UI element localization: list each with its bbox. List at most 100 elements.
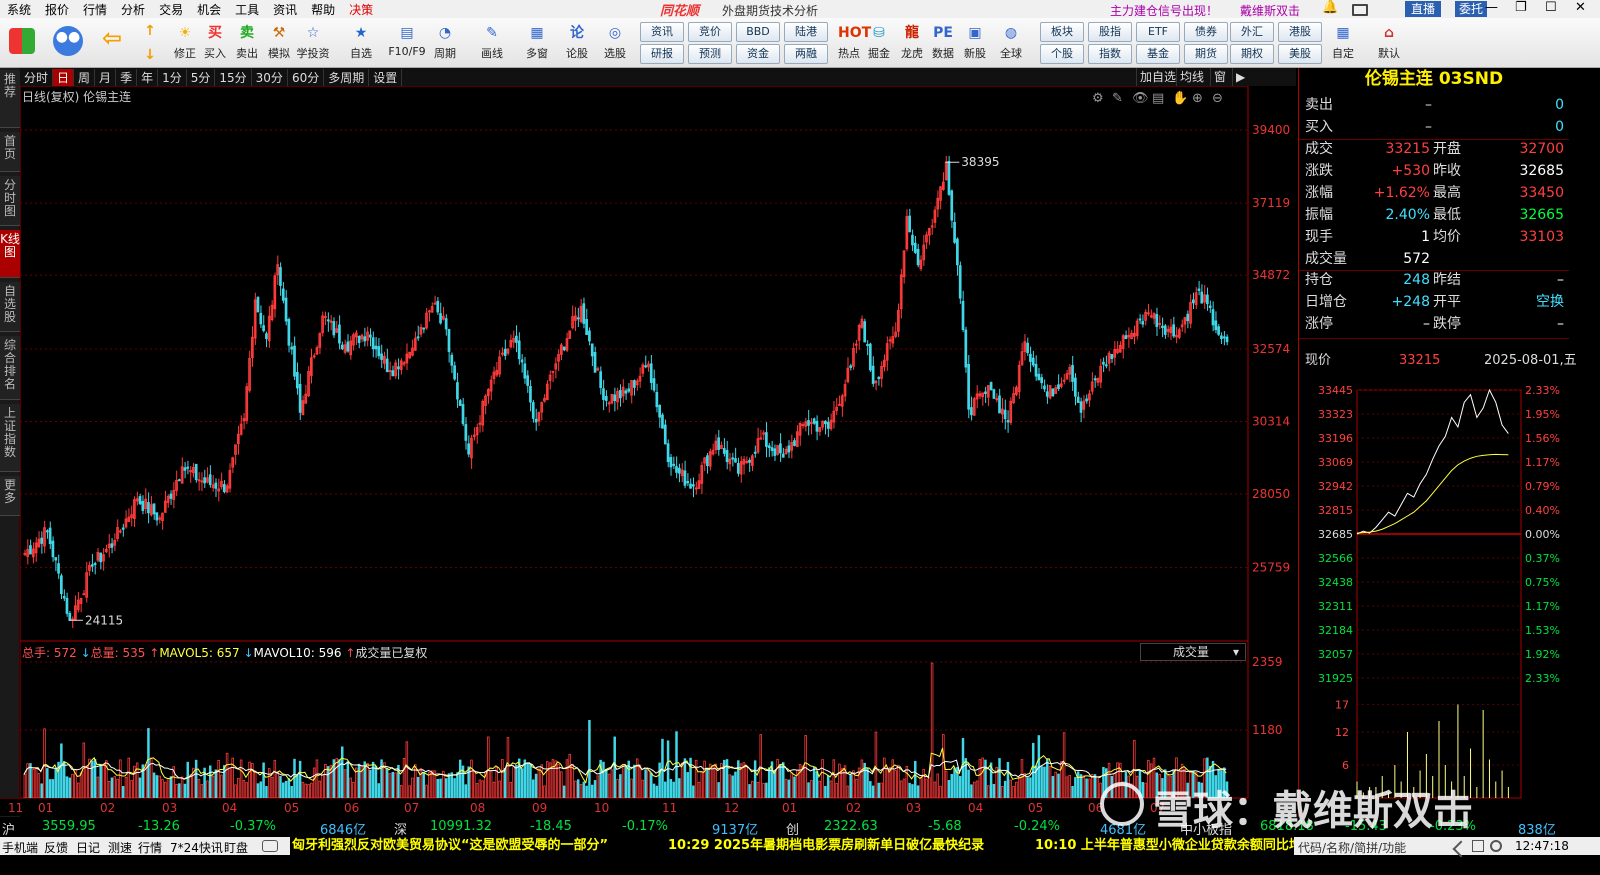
quick-button-top-8[interactable]: 外汇 — [1230, 22, 1274, 42]
chart-tool-1[interactable]: 均线 — [1176, 68, 1207, 86]
close-icon[interactable]: ✕ — [1575, 0, 1586, 15]
left-tab-3[interactable]: K线图 — [0, 230, 20, 278]
minimize-icon[interactable]: — — [1485, 0, 1498, 15]
period-7[interactable]: 5分 — [187, 68, 216, 86]
period-1[interactable]: 日 — [53, 68, 75, 86]
chart-tool-icon-1[interactable]: ✎ — [1112, 91, 1123, 106]
period-9[interactable]: 30分 — [252, 68, 288, 86]
toolbar-button-17[interactable]: ◍ 全球 — [994, 20, 1028, 66]
toolbar-button-4[interactable]: ☆ 学投资 — [296, 20, 330, 66]
quick-button-bot-7[interactable]: 期货 — [1184, 44, 1228, 64]
toolbar-button-18[interactable]: ▦ 自定 — [1326, 20, 1360, 66]
robot-button[interactable]: ●● — [48, 20, 88, 66]
chart-tool-3[interactable]: ▶ — [1232, 68, 1248, 86]
menu-item-2[interactable]: 行情 — [76, 1, 114, 18]
scroll-up-icon[interactable] — [1452, 840, 1470, 858]
maximize-icon[interactable]: ☐ — [1545, 0, 1557, 15]
toolbar-button-12[interactable]: HOT 热点 — [832, 20, 871, 66]
quick-button-bot-6[interactable]: 基金 — [1136, 44, 1180, 64]
left-tab-4[interactable]: 自选股 — [0, 282, 20, 332]
period-11[interactable]: 多周期 — [324, 68, 370, 86]
bell-icon[interactable]: 🔔 — [1322, 0, 1338, 15]
live-button[interactable]: 直播 — [1405, 1, 1442, 17]
left-tab-0[interactable]: 推荐 — [0, 70, 20, 128]
chart-tool-icon-3[interactable]: ▤ — [1152, 91, 1164, 106]
toolbar-button-2[interactable]: 卖卖出 — [230, 20, 264, 66]
restore-icon[interactable]: ❐ — [1515, 0, 1527, 15]
period-5[interactable]: 年 — [137, 68, 159, 86]
period-8[interactable]: 15分 — [215, 68, 252, 86]
toolbar-button-19[interactable]: ⌂ 默认 — [1372, 20, 1406, 66]
menu-item-7[interactable]: 资讯 — [266, 1, 304, 18]
toolbar-button-1[interactable]: 买买入 — [198, 20, 232, 66]
toolbar-button-15[interactable]: PE 数据 — [926, 20, 960, 66]
toolbar-button-16[interactable]: ▣ 新股 — [958, 20, 992, 66]
trust-button[interactable]: 委托 — [1455, 1, 1488, 17]
quick-button-bot-3[interactable]: 两融 — [784, 44, 828, 64]
quick-button-bot-1[interactable]: 预测 — [688, 44, 732, 64]
toolbar-button-7[interactable]: ◔ 周期 — [428, 20, 462, 66]
back-button[interactable]: ⇦ — [96, 20, 128, 66]
chart-tool-icon-6[interactable]: ⊖ — [1212, 91, 1223, 106]
period-4[interactable]: 季 — [116, 68, 138, 86]
intraday-mini-chart[interactable]: 33445 2.33% 33323 1.95% 33196 1.56% 33069 1.17%… — [1299, 378, 1600, 818]
toolbar-button-14[interactable]: 龍龙虎 — [895, 20, 929, 66]
home-layout-button[interactable] — [6, 20, 38, 66]
quick-button-top-5[interactable]: 股指 — [1088, 22, 1132, 42]
quick-button-top-7[interactable]: 债券 — [1184, 22, 1228, 42]
chart-tool-2[interactable]: 窗 — [1210, 68, 1229, 86]
alert-link-2[interactable]: 戴维斯双击 — [1240, 2, 1300, 19]
period-12[interactable]: 设置 — [369, 68, 403, 86]
menu-item-1[interactable]: 报价 — [38, 1, 76, 18]
quick-button-bot-8[interactable]: 期权 — [1230, 44, 1274, 64]
menu-item-9[interactable]: 决策 — [342, 1, 380, 18]
mail-icon[interactable] — [1352, 4, 1368, 16]
ticker-item-0[interactable]: 匈牙利强烈反对欧美贸易协议“这是欧盟受辱的一部分” — [292, 837, 608, 855]
toolbar-button-3[interactable]: ⚒ 模拟 — [262, 20, 296, 66]
quick-button-top-9[interactable]: 港股 — [1278, 22, 1322, 42]
ticker-item-2[interactable]: 10:10 上半年普惠型小微企业贷款余额同比增 — [1035, 837, 1294, 855]
quick-button-bot-4[interactable]: 个股 — [1040, 44, 1084, 64]
chart-tool-icon-2[interactable]: 👁 — [1132, 91, 1149, 106]
menu-item-8[interactable]: 帮助 — [304, 1, 342, 18]
period-3[interactable]: 月 — [95, 68, 117, 86]
quick-button-bot-2[interactable]: 资金 — [736, 44, 780, 64]
page-down-button[interactable]: ↓ — [138, 44, 162, 66]
ticker-item-1[interactable]: 10:29 2025年暑期档电影票房刷新单日破亿最快纪录 — [668, 837, 984, 855]
period-0[interactable]: 分时 — [20, 68, 54, 86]
toolbar-button-9[interactable]: ▦ 多窗 — [520, 20, 554, 66]
keyboard-icon[interactable] — [1472, 840, 1484, 852]
news-ticker[interactable]: 匈牙利强烈反对欧美贸易协议“这是欧盟受辱的一部分” 10:29 2025年暑期档电… — [290, 837, 1294, 855]
left-tab-7[interactable]: 更多 — [0, 476, 20, 516]
quick-button-top-0[interactable]: 资讯 — [640, 22, 684, 42]
chat-icon[interactable] — [262, 840, 278, 852]
quick-button-top-4[interactable]: 板块 — [1040, 22, 1084, 42]
toolbar-button-8[interactable]: ✎ 画线 — [475, 20, 509, 66]
alert-link[interactable]: 主力建仓信号出现！ — [1110, 2, 1218, 19]
status-item-5[interactable]: 7*24快讯 — [170, 839, 223, 856]
quick-button-top-6[interactable]: ETF — [1136, 22, 1180, 42]
chart-tool-icon-0[interactable]: ⚙ — [1092, 91, 1104, 106]
left-tab-6[interactable]: 上证指数 — [0, 404, 20, 472]
quick-button-bot-0[interactable]: 研报 — [640, 44, 684, 64]
period-2[interactable]: 周 — [74, 68, 96, 86]
status-item-6[interactable]: 盯盘 — [224, 839, 248, 856]
quick-button-top-1[interactable]: 竞价 — [688, 22, 732, 42]
chart-tool-0[interactable]: 加自选 — [1136, 68, 1179, 86]
toolbar-button-13[interactable]: ⛁ 掘金 — [862, 20, 896, 66]
indicator-select[interactable]: 成交量 ▾ — [1140, 643, 1246, 661]
left-tab-2[interactable]: 分时图 — [0, 176, 20, 226]
status-item-3[interactable]: 测速 — [108, 839, 132, 856]
left-tab-5[interactable]: 综合排名 — [0, 336, 20, 400]
chart-tool-icon-4[interactable]: ✋ — [1172, 90, 1188, 106]
toolbar-button-0[interactable]: ☀ 修正 — [168, 20, 202, 66]
quick-button-bot-9[interactable]: 美股 — [1278, 44, 1322, 64]
menu-item-4[interactable]: 交易 — [152, 1, 190, 18]
menu-item-0[interactable]: 系统 — [0, 1, 38, 18]
page-up-button[interactable]: ↑ — [138, 20, 162, 42]
menu-item-6[interactable]: 工具 — [228, 1, 266, 18]
quick-button-top-2[interactable]: BBD — [736, 22, 780, 42]
quick-button-bot-5[interactable]: 指数 — [1088, 44, 1132, 64]
chart-tool-icon-5[interactable]: ⊕ — [1192, 91, 1203, 106]
menu-item-5[interactable]: 机会 — [190, 1, 228, 18]
